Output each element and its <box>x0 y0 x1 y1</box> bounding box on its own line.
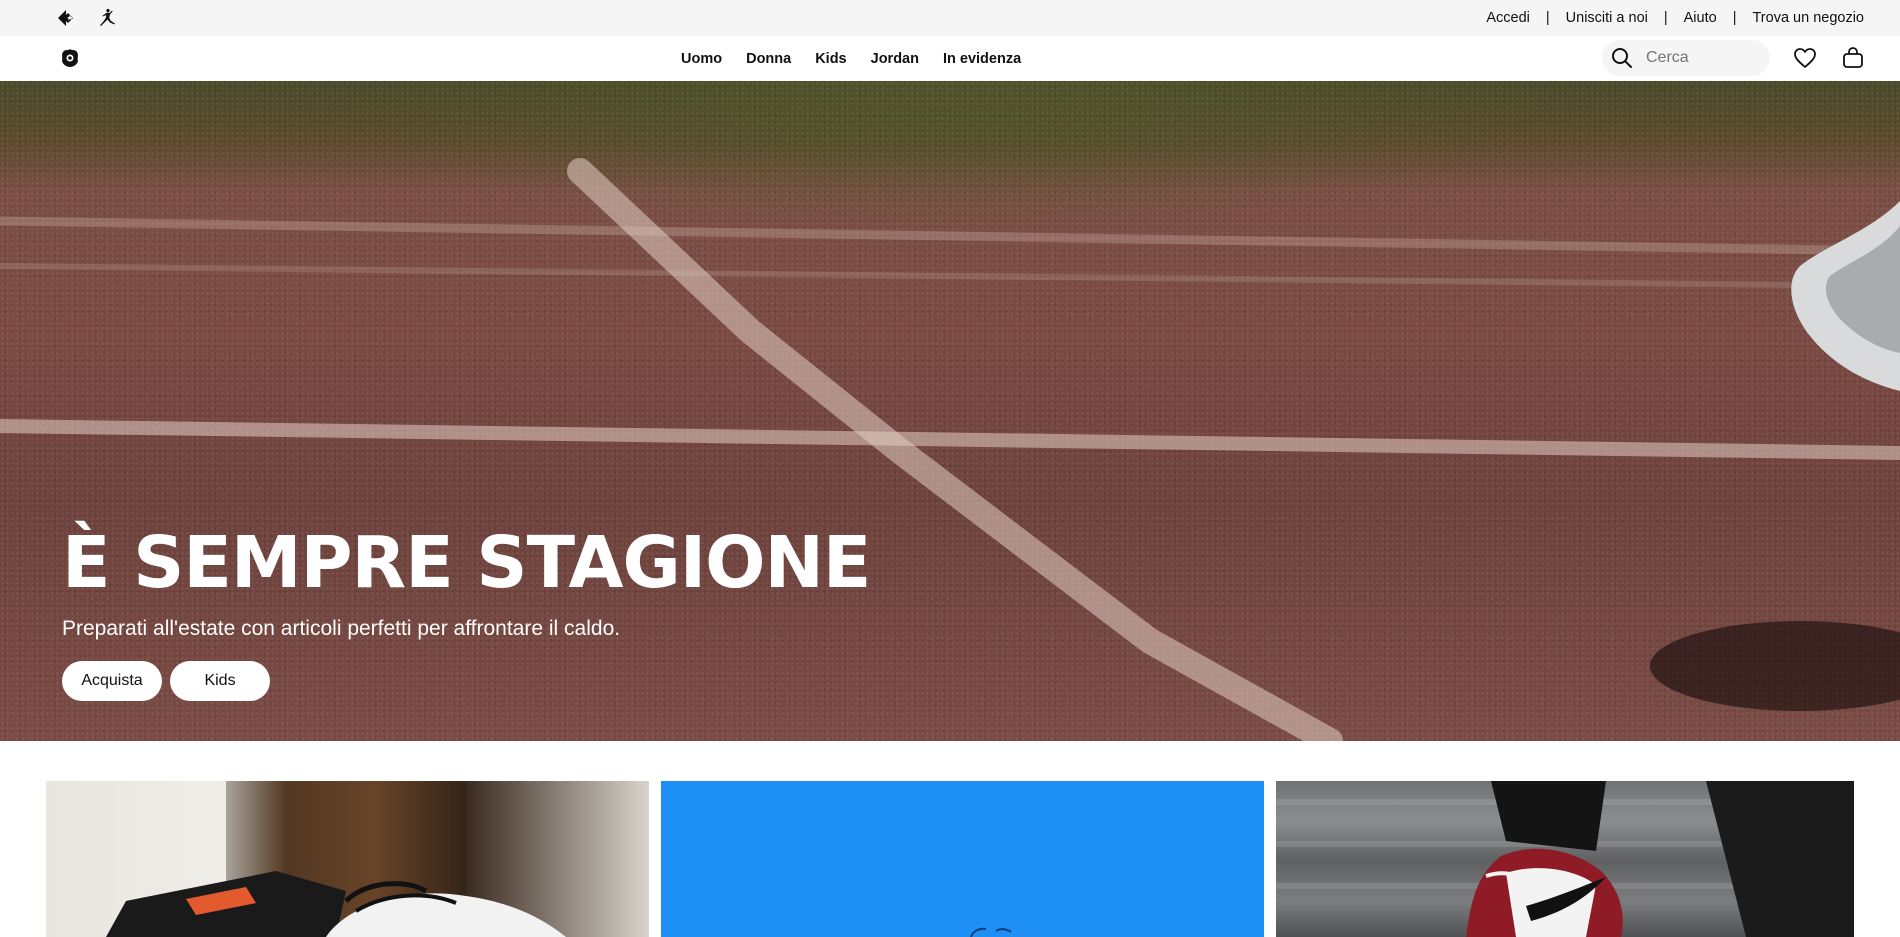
search-box[interactable] <box>1602 40 1770 76</box>
main-navigation: Uomo Donna Kids Jordan In evidenza <box>0 36 1900 81</box>
separator: | <box>1663 10 1668 26</box>
category-nav: Uomo Donna Kids Jordan In evidenza <box>681 36 1021 81</box>
sneaker-box-image <box>106 781 566 937</box>
shop-button[interactable]: Acquista <box>62 661 162 701</box>
find-store-link[interactable]: Trova un negozio <box>1752 10 1864 26</box>
nav-link-kids[interactable]: Kids <box>815 51 846 67</box>
hero-banner[interactable]: È SEMPRE STAGIONE Preparati all'estate c… <box>0 81 1900 741</box>
hero-actions: Acquista Kids <box>62 661 270 701</box>
utility-links: Accedi | Unisciti a noi | Aiuto | Trova … <box>1486 0 1864 36</box>
jordan-sneaker-image <box>1276 781 1854 937</box>
search-input[interactable] <box>1646 49 1756 67</box>
brand-switcher <box>55 6 119 30</box>
converse-icon[interactable] <box>55 6 79 30</box>
join-us-link[interactable]: Unisciti a noi <box>1566 10 1648 26</box>
nav-link-in-evidenza[interactable]: In evidenza <box>943 51 1021 67</box>
separator: | <box>1545 10 1550 26</box>
promo-tile-jordan[interactable] <box>1276 781 1854 937</box>
promo-tile-sneaker-box[interactable] <box>46 781 649 937</box>
sign-in-link[interactable]: Accedi <box>1486 10 1530 26</box>
brand-logo-icon[interactable] <box>58 46 82 70</box>
help-link[interactable]: Aiuto <box>1684 10 1717 26</box>
nav-link-uomo[interactable]: Uomo <box>681 51 722 67</box>
nav-link-donna[interactable]: Donna <box>746 51 791 67</box>
utility-bar: Accedi | Unisciti a noi | Aiuto | Trova … <box>0 0 1900 36</box>
hero-track-image <box>0 158 1900 741</box>
separator: | <box>1732 10 1737 26</box>
bag-icon[interactable] <box>1839 44 1867 72</box>
search-icon[interactable] <box>1604 40 1640 76</box>
promo-tile-blue[interactable] <box>661 781 1264 937</box>
blue-promo-image <box>970 927 1012 937</box>
nav-link-jordan[interactable]: Jordan <box>871 51 919 67</box>
heart-icon[interactable] <box>1791 44 1819 72</box>
hero-subtitle: Preparati all'estate con articoli perfet… <box>62 617 621 640</box>
jordan-jumpman-icon[interactable] <box>95 6 119 30</box>
hero-title: È SEMPRE STAGIONE <box>62 521 871 604</box>
kids-button[interactable]: Kids <box>170 661 270 701</box>
